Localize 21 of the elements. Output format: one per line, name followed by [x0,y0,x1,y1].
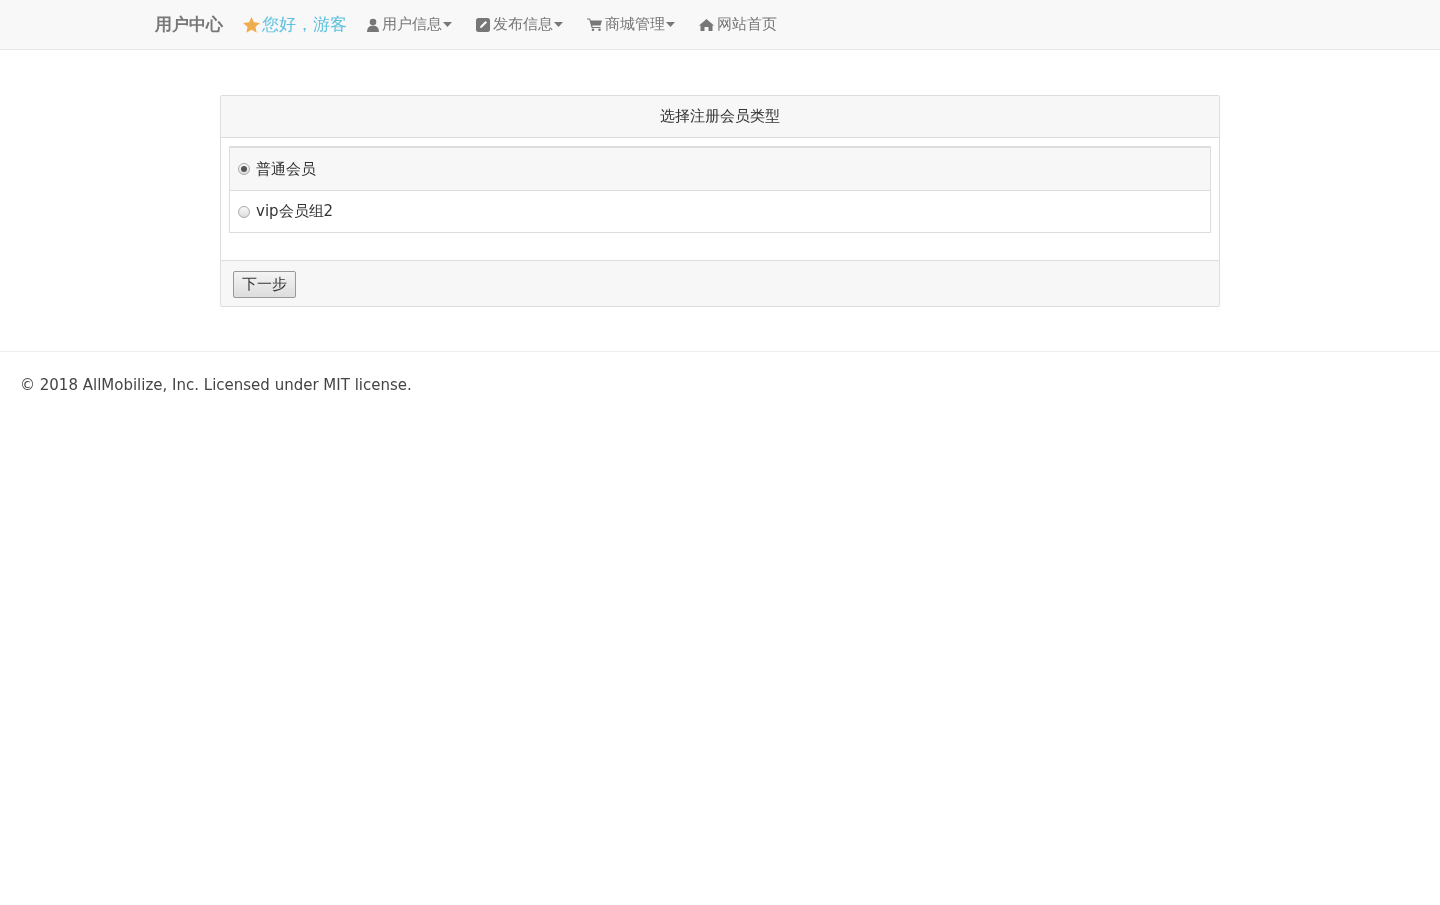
panel-title: 选择注册会员类型 [660,106,780,128]
radio-button[interactable] [238,163,250,175]
greeting-text: 您好，游客 [262,12,347,36]
star-icon [243,16,260,33]
nav-link[interactable]: 商城管理 [587,13,675,36]
next-button[interactable]: 下一步 [233,271,296,298]
caret-icon [666,22,675,27]
nav-link[interactable]: 用户信息 [367,13,452,36]
home-icon [699,18,714,31]
edit-icon [476,17,490,32]
caret-icon [443,22,452,27]
radio-option[interactable]: vip会员组2 [230,190,1210,232]
radio-option[interactable]: 普通会员 [230,148,1210,190]
nav-link[interactable]: 网站首页 [699,13,777,36]
nav-link[interactable]: 发布信息 [476,13,563,36]
cart-icon [587,18,602,31]
footer-text: © 2018 AllMobilize, Inc. Licensed under MIT license. [20,375,412,394]
radio-button[interactable] [238,205,250,218]
caret-icon [554,22,563,27]
brand-link[interactable]: 用户中心 [155,11,223,38]
user-icon [367,17,379,32]
